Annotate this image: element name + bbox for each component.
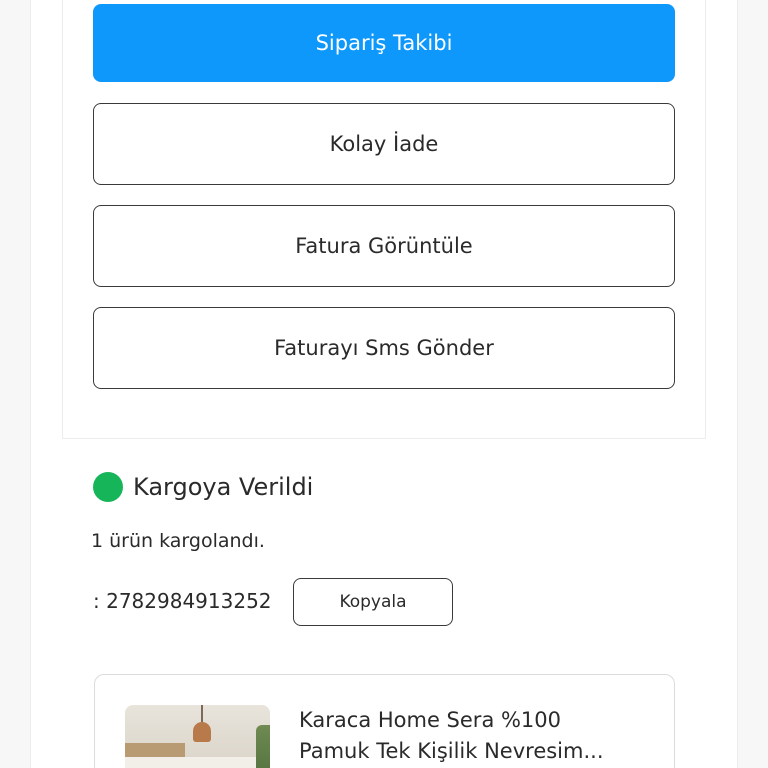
copy-tracking-button[interactable]: Kopyala	[293, 578, 453, 626]
status-dot-icon	[93, 472, 123, 502]
plant-shape	[256, 725, 270, 768]
tracking-number: : 2782984913252	[93, 589, 272, 613]
lamp-cord	[201, 705, 203, 723]
product-card[interactable]: Karaca Home Sera %100 Pamuk Tek Kişilik …	[94, 674, 675, 768]
shipment-summary: 1 ürün kargolandı.	[91, 530, 265, 552]
lamp-shape	[193, 722, 211, 742]
product-name-line2: Pamuk Tek Kişilik Nevresim...	[299, 739, 604, 763]
shipment-status-label: Kargoya Verildi	[133, 473, 314, 501]
bed-shape	[125, 757, 270, 768]
shipment-status: Kargoya Verildi	[93, 472, 313, 502]
easy-return-button[interactable]: Kolay İade	[93, 103, 675, 185]
send-invoice-sms-button[interactable]: Faturayı Sms Gönder	[93, 307, 675, 389]
product-name-line1: Karaca Home Sera %100	[299, 708, 562, 732]
order-tracking-button[interactable]: Sipariş Takibi	[93, 4, 675, 82]
product-name[interactable]: Karaca Home Sera %100 Pamuk Tek Kişilik …	[299, 705, 639, 767]
product-image	[125, 705, 270, 768]
view-invoice-button[interactable]: Fatura Görüntüle	[93, 205, 675, 287]
